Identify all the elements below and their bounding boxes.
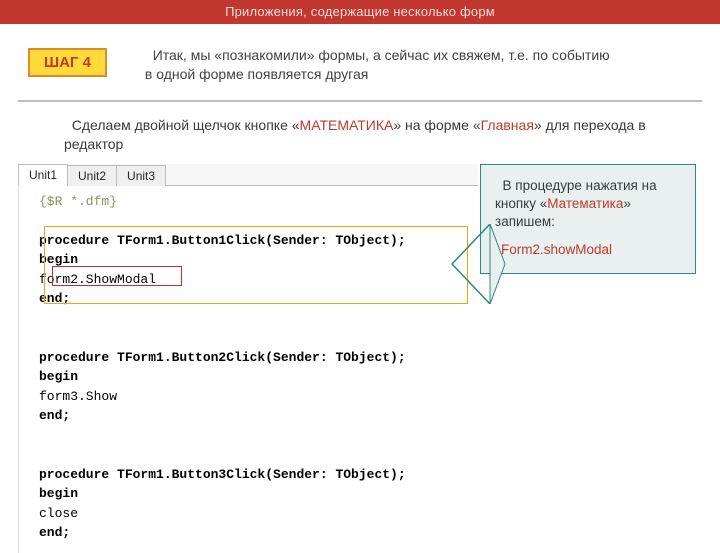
hint-box: В процедуре нажатия на кнопку «Математик… <box>480 164 696 275</box>
code-begin3: begin <box>39 486 78 501</box>
tab-unit3[interactable]: Unit3 <box>116 165 166 186</box>
tab-unit2[interactable]: Unit2 <box>67 165 117 186</box>
header-bar: Приложения, содержащие несколько форм <box>0 0 720 24</box>
code-end2: end; <box>39 408 70 423</box>
code-end3: end; <box>39 525 70 540</box>
instr-hl2: Главная <box>481 117 534 133</box>
step-text: Итак, мы «познакомили» формы, а сейчас и… <box>145 46 615 84</box>
hint-text: В процедуре нажатия на кнопку «Математик… <box>495 177 685 232</box>
code-proc2-sig: procedure TForm1.Button2Click(Sender: TO… <box>39 350 406 365</box>
code-proc3-sig: procedure TForm1.Button3Click(Sender: TO… <box>39 467 406 482</box>
code-end1: end; <box>39 291 70 306</box>
hint-code: Form2.showModal <box>495 241 685 259</box>
code-begin2: begin <box>39 369 78 384</box>
code-proc1-body: form2.ShowModal <box>39 272 156 287</box>
header-title: Приложения, содержащие несколько форм <box>225 4 495 19</box>
tab-bar: Unit1 Unit2 Unit3 <box>18 164 478 186</box>
step-row: ШАГ 4 Итак, мы «познакомили» формы, а се… <box>0 24 720 90</box>
code-editor: {$R *.dfm} procedure TForm1.Button1Click… <box>18 186 478 553</box>
instr-hl1: МАТЕМАТИКА <box>300 117 394 133</box>
code-proc2-body: form3.Show <box>39 389 117 404</box>
instr-a: Сделаем двойной щелчок кнопке « <box>72 117 300 133</box>
hint-hl: Математика <box>547 196 623 211</box>
step-badge: ШАГ 4 <box>28 48 107 77</box>
tab-unit1[interactable]: Unit1 <box>18 164 68 186</box>
ide-panel: Unit1 Unit2 Unit3 {$R *.dfm} procedure T… <box>18 164 478 553</box>
step-text-content: Итак, мы «познакомили» формы, а сейчас и… <box>145 47 610 82</box>
instruction: Сделаем двойной щелчок кнопке «МАТЕМАТИК… <box>0 102 720 164</box>
code-directive: {$R *.dfm} <box>39 194 117 209</box>
code-begin1: begin <box>39 252 78 267</box>
code-proc3-body: close <box>39 506 78 521</box>
instr-b: » на форме « <box>393 117 480 133</box>
code-proc1-sig: procedure TForm1.Button1Click(Sender: TO… <box>39 233 406 248</box>
